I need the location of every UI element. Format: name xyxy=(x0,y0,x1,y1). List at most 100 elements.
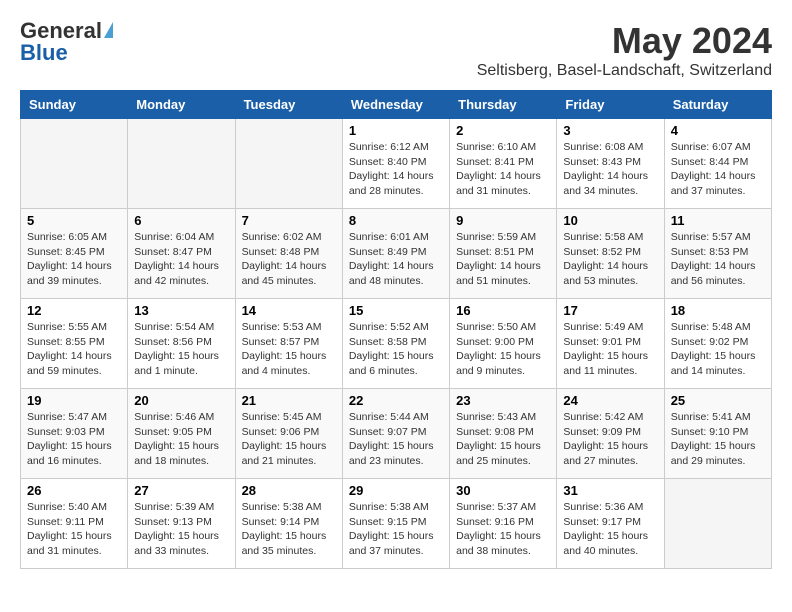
day-number: 28 xyxy=(242,483,336,498)
calendar-day: 23 Sunrise: 5:43 AM Sunset: 9:08 PM Dayli… xyxy=(450,389,557,479)
calendar-week-4: 19 Sunrise: 5:47 AM Sunset: 9:03 PM Dayli… xyxy=(21,389,772,479)
calendar-day: 1 Sunrise: 6:12 AM Sunset: 8:40 PM Daylig… xyxy=(342,119,449,209)
calendar-week-5: 26Sunrise: 5:40 AM Sunset: 9:11 PM Dayli… xyxy=(21,479,772,569)
day-info: Sunrise: 5:37 AM Sunset: 9:16 PM Dayligh… xyxy=(456,500,550,559)
column-header-thursday: Thursday xyxy=(450,91,557,119)
day-info: Sunrise: 5:39 AM Sunset: 9:13 PM Dayligh… xyxy=(134,500,228,559)
calendar-day: 11Sunrise: 5:57 AM Sunset: 8:53 PM Dayli… xyxy=(664,209,771,299)
calendar-day xyxy=(128,119,235,209)
column-header-friday: Friday xyxy=(557,91,664,119)
day-info: Sunrise: 5:52 AM Sunset: 8:58 PM Dayligh… xyxy=(349,320,443,379)
column-header-sunday: Sunday xyxy=(21,91,128,119)
calendar-day: 14Sunrise: 5:53 AM Sunset: 8:57 PM Dayli… xyxy=(235,299,342,389)
calendar-week-1: 1 Sunrise: 6:12 AM Sunset: 8:40 PM Daylig… xyxy=(21,119,772,209)
calendar-day: 15 Sunrise: 5:52 AM Sunset: 8:58 PM Dayli… xyxy=(342,299,449,389)
day-info: Sunrise: 5:50 AM Sunset: 9:00 PM Dayligh… xyxy=(456,320,550,379)
calendar-day xyxy=(235,119,342,209)
calendar-day: 30 Sunrise: 5:37 AM Sunset: 9:16 PM Dayli… xyxy=(450,479,557,569)
calendar-week-2: 5Sunrise: 6:05 AM Sunset: 8:45 PM Daylig… xyxy=(21,209,772,299)
calendar-day: 31 Sunrise: 5:36 AM Sunset: 9:17 PM Dayli… xyxy=(557,479,664,569)
day-info: Sunrise: 5:53 AM Sunset: 8:57 PM Dayligh… xyxy=(242,320,336,379)
calendar-day: 3Sunrise: 6:08 AM Sunset: 8:43 PM Daylig… xyxy=(557,119,664,209)
column-header-tuesday: Tuesday xyxy=(235,91,342,119)
day-info: Sunrise: 6:12 AM Sunset: 8:40 PM Dayligh… xyxy=(349,140,443,199)
calendar-day: 12Sunrise: 5:55 AM Sunset: 8:55 PM Dayli… xyxy=(21,299,128,389)
day-number: 18 xyxy=(671,303,765,318)
day-number: 9 xyxy=(456,213,550,228)
day-info: Sunrise: 5:40 AM Sunset: 9:11 PM Dayligh… xyxy=(27,500,121,559)
day-info: Sunrise: 5:58 AM Sunset: 8:52 PM Dayligh… xyxy=(563,230,657,289)
logo-blue: Blue xyxy=(20,42,68,64)
calendar-day: 4Sunrise: 6:07 AM Sunset: 8:44 PM Daylig… xyxy=(664,119,771,209)
day-number: 24 xyxy=(563,393,657,408)
location-title: Seltisberg, Basel-Landschaft, Switzerlan… xyxy=(477,62,772,80)
calendar-day: 24Sunrise: 5:42 AM Sunset: 9:09 PM Dayli… xyxy=(557,389,664,479)
day-number: 29 xyxy=(349,483,443,498)
calendar-day: 26Sunrise: 5:40 AM Sunset: 9:11 PM Dayli… xyxy=(21,479,128,569)
day-info: Sunrise: 5:38 AM Sunset: 9:14 PM Dayligh… xyxy=(242,500,336,559)
day-info: Sunrise: 5:38 AM Sunset: 9:15 PM Dayligh… xyxy=(349,500,443,559)
day-info: Sunrise: 5:36 AM Sunset: 9:17 PM Dayligh… xyxy=(563,500,657,559)
day-info: Sunrise: 6:02 AM Sunset: 8:48 PM Dayligh… xyxy=(242,230,336,289)
calendar-day: 6 Sunrise: 6:04 AM Sunset: 8:47 PM Daylig… xyxy=(128,209,235,299)
day-info: Sunrise: 6:04 AM Sunset: 8:47 PM Dayligh… xyxy=(134,230,228,289)
column-header-wednesday: Wednesday xyxy=(342,91,449,119)
day-info: Sunrise: 5:48 AM Sunset: 9:02 PM Dayligh… xyxy=(671,320,765,379)
logo-triangle-icon xyxy=(104,22,113,38)
day-number: 19 xyxy=(27,393,121,408)
calendar-day: 28 Sunrise: 5:38 AM Sunset: 9:14 PM Dayli… xyxy=(235,479,342,569)
day-number: 4 xyxy=(671,123,765,138)
day-number: 1 xyxy=(349,123,443,138)
calendar-day: 16 Sunrise: 5:50 AM Sunset: 9:00 PM Dayli… xyxy=(450,299,557,389)
day-number: 23 xyxy=(456,393,550,408)
day-number: 30 xyxy=(456,483,550,498)
day-number: 13 xyxy=(134,303,228,318)
calendar-header-row: SundayMondayTuesdayWednesdayThursdayFrid… xyxy=(21,91,772,119)
day-number: 15 xyxy=(349,303,443,318)
calendar-day: 25Sunrise: 5:41 AM Sunset: 9:10 PM Dayli… xyxy=(664,389,771,479)
day-info: Sunrise: 5:45 AM Sunset: 9:06 PM Dayligh… xyxy=(242,410,336,469)
calendar-day: 7Sunrise: 6:02 AM Sunset: 8:48 PM Daylig… xyxy=(235,209,342,299)
calendar-table: SundayMondayTuesdayWednesdayThursdayFrid… xyxy=(20,90,772,569)
calendar-day: 10 Sunrise: 5:58 AM Sunset: 8:52 PM Dayli… xyxy=(557,209,664,299)
calendar-day: 5Sunrise: 6:05 AM Sunset: 8:45 PM Daylig… xyxy=(21,209,128,299)
day-info: Sunrise: 6:05 AM Sunset: 8:45 PM Dayligh… xyxy=(27,230,121,289)
calendar-day: 2Sunrise: 6:10 AM Sunset: 8:41 PM Daylig… xyxy=(450,119,557,209)
calendar-day xyxy=(21,119,128,209)
day-info: Sunrise: 5:47 AM Sunset: 9:03 PM Dayligh… xyxy=(27,410,121,469)
day-number: 8 xyxy=(349,213,443,228)
calendar-day: 22 Sunrise: 5:44 AM Sunset: 9:07 PM Dayli… xyxy=(342,389,449,479)
day-number: 6 xyxy=(134,213,228,228)
calendar-day: 17 Sunrise: 5:49 AM Sunset: 9:01 PM Dayli… xyxy=(557,299,664,389)
day-number: 10 xyxy=(563,213,657,228)
day-info: Sunrise: 6:01 AM Sunset: 8:49 PM Dayligh… xyxy=(349,230,443,289)
calendar-day: 13Sunrise: 5:54 AM Sunset: 8:56 PM Dayli… xyxy=(128,299,235,389)
day-number: 17 xyxy=(563,303,657,318)
day-info: Sunrise: 5:55 AM Sunset: 8:55 PM Dayligh… xyxy=(27,320,121,379)
calendar-day xyxy=(664,479,771,569)
day-info: Sunrise: 5:49 AM Sunset: 9:01 PM Dayligh… xyxy=(563,320,657,379)
calendar-week-3: 12Sunrise: 5:55 AM Sunset: 8:55 PM Dayli… xyxy=(21,299,772,389)
title-area: May 2024 Seltisberg, Basel-Landschaft, S… xyxy=(477,20,772,80)
day-info: Sunrise: 5:59 AM Sunset: 8:51 PM Dayligh… xyxy=(456,230,550,289)
day-number: 21 xyxy=(242,393,336,408)
calendar-day: 27Sunrise: 5:39 AM Sunset: 9:13 PM Dayli… xyxy=(128,479,235,569)
day-info: Sunrise: 5:43 AM Sunset: 9:08 PM Dayligh… xyxy=(456,410,550,469)
logo: General Blue xyxy=(20,20,113,64)
day-number: 22 xyxy=(349,393,443,408)
day-info: Sunrise: 5:44 AM Sunset: 9:07 PM Dayligh… xyxy=(349,410,443,469)
calendar-day: 8 Sunrise: 6:01 AM Sunset: 8:49 PM Daylig… xyxy=(342,209,449,299)
column-header-monday: Monday xyxy=(128,91,235,119)
day-number: 31 xyxy=(563,483,657,498)
calendar-day: 9 Sunrise: 5:59 AM Sunset: 8:51 PM Daylig… xyxy=(450,209,557,299)
day-info: Sunrise: 5:46 AM Sunset: 9:05 PM Dayligh… xyxy=(134,410,228,469)
calendar-day: 18 Sunrise: 5:48 AM Sunset: 9:02 PM Dayli… xyxy=(664,299,771,389)
day-number: 20 xyxy=(134,393,228,408)
day-number: 16 xyxy=(456,303,550,318)
day-number: 11 xyxy=(671,213,765,228)
month-title: May 2024 xyxy=(477,20,772,62)
day-info: Sunrise: 6:08 AM Sunset: 8:43 PM Dayligh… xyxy=(563,140,657,199)
logo-general: General xyxy=(20,20,102,42)
calendar-day: 29 Sunrise: 5:38 AM Sunset: 9:15 PM Dayli… xyxy=(342,479,449,569)
day-number: 2 xyxy=(456,123,550,138)
